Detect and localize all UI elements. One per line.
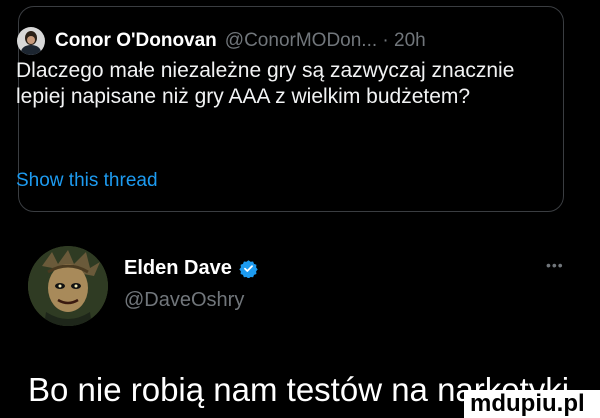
watermark-logo: mdupiu.pl (464, 390, 600, 418)
quoted-author-name[interactable]: Conor O'Donovan (55, 30, 217, 52)
more-dots-icon[interactable]: ••• (546, 258, 572, 272)
avatar-face (27, 36, 35, 44)
quoted-author-avatar[interactable] (17, 27, 45, 55)
author-name[interactable]: Elden Dave (124, 257, 232, 280)
author-name-row: Elden Dave (124, 257, 258, 280)
verified-badge-icon (239, 259, 258, 279)
avatar-illustration-icon (28, 246, 108, 326)
quoted-tweet-text: Dlaczego małe niezależne gry są zazwycza… (16, 59, 515, 108)
author-handle[interactable]: @DaveOshry (124, 289, 244, 312)
quoted-author-handle-time: @ConorMODon... · 20h (224, 30, 426, 51)
author-avatar[interactable] (28, 246, 108, 326)
quoted-tweet-header: Conor O'Donovan @ConorMODon... · 20h (17, 26, 426, 56)
show-thread-link[interactable]: Show this thread (16, 170, 158, 192)
avatar-body (21, 45, 41, 55)
